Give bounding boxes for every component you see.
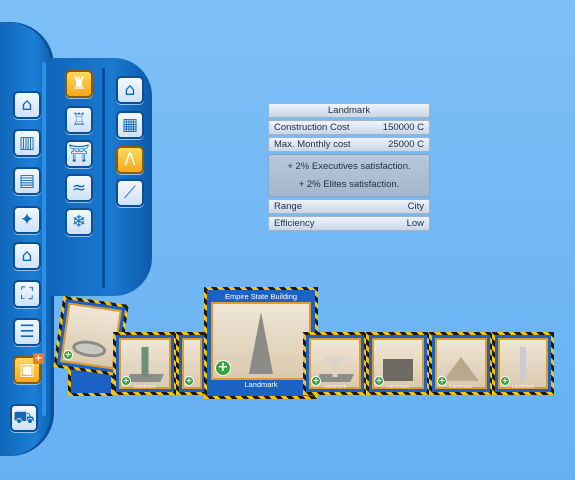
construction-cost-label: Construction Cost xyxy=(274,122,350,133)
effect-line: + 2% Elites satisfaction. xyxy=(298,178,400,190)
housing-category-button[interactable]: ⌂ xyxy=(116,76,144,104)
christ-redeemer-card[interactable]: Landmark + xyxy=(303,332,367,395)
factory-icon: ▥ xyxy=(18,132,36,153)
stadium-image xyxy=(71,338,108,360)
range-label: Range xyxy=(274,201,302,212)
office-icon: ▦ xyxy=(121,114,139,135)
road-category-button[interactable]: ⟋ xyxy=(116,179,144,207)
utilities-icon: ✦ xyxy=(19,209,35,230)
empire-state-building-card[interactable]: Empire State Building + Landmark xyxy=(204,287,318,399)
plus-badge: + xyxy=(33,353,44,364)
residential-button[interactable]: ⌂ xyxy=(13,91,41,119)
list-icon: ☰ xyxy=(19,321,35,342)
winter-tab[interactable]: ❄ xyxy=(65,208,93,236)
space-needle-card[interactable]: Landmark + xyxy=(492,332,554,395)
range-row: Range City xyxy=(268,199,430,214)
utilities-button[interactable]: ✦ xyxy=(13,206,41,234)
house-icon: ⌂ xyxy=(124,79,136,100)
build-button[interactable]: + xyxy=(374,376,384,386)
cathedral-image xyxy=(383,359,413,382)
efficiency-row: Efficiency Low xyxy=(268,216,430,231)
castle-icon: ♖ xyxy=(71,109,87,130)
build-button[interactable]: + xyxy=(311,376,321,386)
statue-of-liberty-card[interactable]: Landmark + xyxy=(113,332,177,395)
bulldozer-icon: ⛟ xyxy=(13,407,35,428)
list-button[interactable]: ☰ xyxy=(13,318,41,346)
clipboard-icon: ▤ xyxy=(18,170,36,191)
special-buildings-button[interactable]: ▣ + xyxy=(13,353,44,384)
castle-tab[interactable]: ♖ xyxy=(65,106,93,134)
bulldozer-button[interactable]: ⛟ xyxy=(10,404,38,432)
services-button[interactable]: ▤ xyxy=(13,167,41,195)
beach-icon: ≈ xyxy=(71,177,87,198)
statue-icon: ♜ xyxy=(71,73,87,94)
gate-icon: ⛩ xyxy=(68,143,90,164)
info-title-row: Landmark xyxy=(268,103,430,118)
pyramid-card[interactable]: Landmark + xyxy=(429,332,493,395)
monthly-cost-value: 25000 C xyxy=(388,139,424,150)
featured-title: Empire State Building xyxy=(224,292,298,301)
transport-icon: ⛶ xyxy=(21,283,33,304)
statue-image xyxy=(141,346,149,377)
snowflake-icon: ❄ xyxy=(71,211,87,232)
build-button[interactable]: + xyxy=(121,376,131,386)
space-needle-image xyxy=(520,347,526,382)
gift-icon: ▣ xyxy=(18,359,36,380)
efficiency-label: Efficiency xyxy=(274,218,315,229)
gate-tab[interactable]: ⛩ xyxy=(65,140,93,168)
effects-box: + 2% Executives satisfaction. + 2% Elite… xyxy=(268,154,430,197)
build-button[interactable]: + xyxy=(184,376,194,386)
house-icon: ⌂ xyxy=(21,94,33,115)
range-value: City xyxy=(407,201,424,212)
build-button[interactable]: + xyxy=(215,360,231,376)
industry-button[interactable]: ▥ xyxy=(13,129,41,157)
build-button[interactable]: + xyxy=(500,376,510,386)
construction-cost-row: Construction Cost 150000 C xyxy=(268,120,430,135)
transport-button[interactable]: ⛶ xyxy=(13,280,41,308)
info-title: Landmark xyxy=(327,105,371,116)
beach-tab[interactable]: ≈ xyxy=(65,174,93,202)
monuments-tab[interactable]: ♜ xyxy=(65,70,93,98)
landmark-category-button[interactable]: Λ xyxy=(116,146,144,174)
construction-cost-value: 150000 C xyxy=(382,122,424,133)
road-icon: ⟋ xyxy=(124,182,136,203)
christ-redeemer-body xyxy=(332,358,338,377)
landmark-icon: Λ xyxy=(124,149,136,170)
efficiency-value: Low xyxy=(406,218,424,229)
office-category-button[interactable]: ▦ xyxy=(116,111,144,139)
government-button[interactable]: ⌂ xyxy=(13,242,41,270)
effect-line: + 2% Executives satisfaction. xyxy=(287,161,411,173)
build-button[interactable]: + xyxy=(437,376,447,386)
main-side-menu xyxy=(0,22,54,456)
empire-state-building-image xyxy=(249,312,273,374)
cathedral-card[interactable]: Landmark + xyxy=(366,332,430,395)
monthly-cost-label: Max. Monthly cost xyxy=(274,139,351,150)
monthly-cost-row: Max. Monthly cost 25000 C xyxy=(268,137,430,152)
government-icon: ⌂ xyxy=(21,245,33,266)
pyramid-image xyxy=(443,357,479,382)
building-info-panel: Landmark Construction Cost 150000 C Max.… xyxy=(268,103,430,233)
featured-caption: Landmark xyxy=(244,380,278,389)
